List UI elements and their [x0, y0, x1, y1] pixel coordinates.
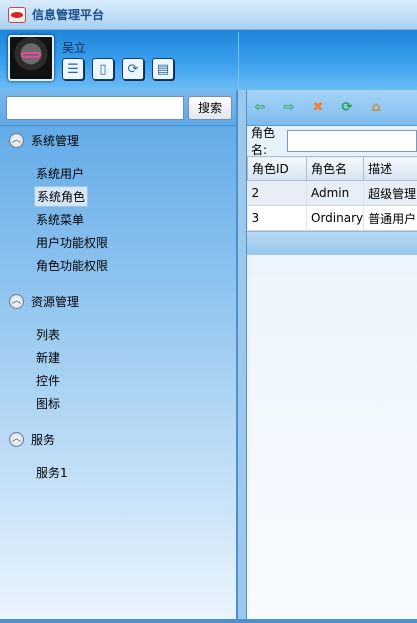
cell-description: 普通用户: [363, 205, 417, 231]
cell-role-id: 3: [247, 205, 307, 231]
chevron-up-icon[interactable]: ︿: [9, 293, 24, 309]
header-divider: [238, 32, 239, 88]
notes-icon[interactable]: ▤: [152, 58, 174, 80]
header-banner: 吴立 ☰ ▯ ⟳ ▤: [0, 30, 417, 90]
menu-item-role-permissions[interactable]: 角色功能权限: [0, 254, 236, 277]
menu-item-service-1[interactable]: 服务1: [0, 461, 236, 484]
title-bar: 信息管理平台: [0, 0, 417, 30]
cell-description: 超级管理: [363, 180, 417, 206]
cell-role-id: 2: [247, 180, 307, 206]
cell-role-name: Admin: [306, 180, 365, 206]
menu-group-system: ︿ 系统管理 系统用户 系统角色 系统菜单 用户功能权限 角色功能权限: [0, 128, 236, 281]
content-toolbar: ⇦ ⇨ ✖ ⟳ ⌂: [247, 90, 417, 126]
menu-item-user-permissions[interactable]: 用户功能权限: [0, 231, 236, 254]
cell-role-name: Ordinary: [306, 205, 365, 231]
table-header-row: 角色ID 角色名 描述: [247, 156, 417, 181]
home-icon[interactable]: ⌂: [367, 99, 385, 117]
search-button[interactable]: 搜索: [188, 95, 232, 120]
column-header-description[interactable]: 描述: [363, 156, 417, 181]
forward-icon[interactable]: ⇨: [280, 99, 298, 117]
table-row[interactable]: 2 Admin 超级管理: [247, 180, 417, 206]
menu-group-title: 资源管理: [31, 294, 80, 309]
header-toolbar: ☰ ▯ ⟳ ▤: [62, 58, 174, 80]
menu-item-system-menus[interactable]: 系统菜单: [0, 208, 236, 231]
nav-menu: ︿ 系统管理 系统用户 系统角色 系统菜单 用户功能权限 角色功能权限 ︿ 资源…: [0, 128, 236, 496]
content-panel: ⇦ ⇨ ✖ ⟳ ⌂ 角色名: 角色ID 角色名 描述 2 Admin 超级管理 …: [246, 90, 417, 620]
menu-group-resources: ︿ 资源管理 列表 新建 控件 图标: [0, 289, 236, 419]
chevron-up-icon[interactable]: ︿: [9, 431, 24, 447]
username: 吴立: [62, 41, 87, 55]
search-bar: 搜索: [0, 90, 236, 126]
avatar[interactable]: [8, 35, 54, 81]
menu-group-title: 服务: [31, 432, 56, 447]
menu-group-header[interactable]: ︿ 系统管理: [0, 128, 236, 152]
menu-group-services: ︿ 服务 服务1: [0, 427, 236, 488]
menu-group-header[interactable]: ︿ 资源管理: [0, 289, 236, 313]
roles-table: 角色ID 角色名 描述 2 Admin 超级管理 3 Ordinary 普通用户: [247, 156, 417, 231]
left-nav-panel: 搜索 ︿ 系统管理 系统用户 系统角色 系统菜单 用户功能权限 角色功能权限 ︿…: [0, 90, 238, 620]
back-icon[interactable]: ⇦: [251, 99, 269, 117]
document-icon[interactable]: ▯: [92, 58, 114, 80]
menu-item-system-roles[interactable]: 系统角色: [0, 185, 236, 208]
role-name-label: 角色名:: [251, 126, 276, 157]
role-name-input[interactable]: [287, 130, 417, 152]
search-input[interactable]: [6, 95, 184, 120]
app-title: 信息管理平台: [32, 8, 105, 22]
list-icon[interactable]: ☰: [62, 58, 84, 80]
refresh-document-icon[interactable]: ⟳: [122, 58, 144, 80]
menu-item-list[interactable]: 列表: [0, 323, 236, 346]
app-logo-icon: [8, 6, 26, 23]
menu-item-icons[interactable]: 图标: [0, 392, 236, 415]
menu-item-controls[interactable]: 控件: [0, 369, 236, 392]
filter-row: 角色名:: [247, 126, 417, 157]
menu-group-header[interactable]: ︿ 服务: [0, 427, 236, 451]
refresh-icon[interactable]: ⟳: [338, 99, 356, 117]
column-header-role-name[interactable]: 角色名: [305, 156, 365, 181]
table-row[interactable]: 3 Ordinary 普通用户: [247, 205, 417, 231]
menu-item-system-users[interactable]: 系统用户: [0, 162, 236, 185]
column-header-role-id[interactable]: 角色ID: [247, 156, 307, 181]
bottom-border: [0, 619, 417, 623]
chevron-up-icon[interactable]: ︿: [9, 132, 24, 148]
menu-group-title: 系统管理: [31, 133, 80, 148]
table-footer: [247, 231, 417, 255]
delete-icon[interactable]: ✖: [309, 99, 327, 117]
menu-item-new[interactable]: 新建: [0, 346, 236, 369]
